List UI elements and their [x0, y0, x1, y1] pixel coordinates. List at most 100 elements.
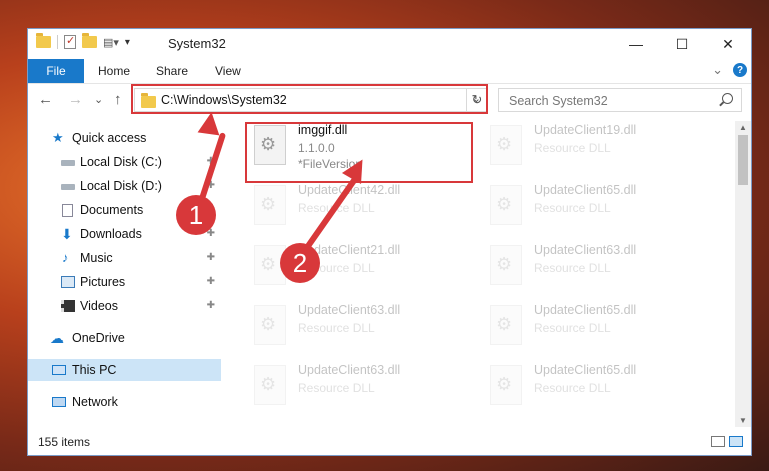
file-item[interactable]: UpdateClient63.dll Resource DLL: [250, 301, 470, 347]
dll-file-icon: [490, 365, 522, 405]
search-box[interactable]: Search System32: [498, 88, 742, 112]
folder-icon: [36, 33, 51, 48]
file-item[interactable]: UpdateClient42.dll Resource DLL: [250, 181, 470, 227]
tab-share[interactable]: Share: [156, 64, 188, 78]
file-item[interactable]: UpdateClient63.dll Resource DLL: [486, 241, 706, 287]
file-item[interactable]: UpdateClient65.dll Resource DLL: [486, 361, 706, 407]
sidebar-item-label: Local Disk (D:): [80, 179, 162, 193]
music-icon: ♪: [62, 250, 69, 265]
pin-icon: ✚: [206, 300, 215, 311]
properties-icon[interactable]: [64, 34, 76, 49]
file-item[interactable]: UpdateClient19.dll Resource DLL: [486, 121, 706, 167]
item-count: 155 items: [38, 435, 91, 449]
network-icon: [52, 397, 66, 407]
minimize-button[interactable]: —: [613, 29, 659, 59]
drive-icon: [61, 184, 75, 190]
search-input[interactable]: Search System32: [509, 94, 608, 108]
documents-icon: [62, 204, 73, 217]
sidebar-item-network[interactable]: Network: [28, 391, 221, 413]
tab-view[interactable]: View: [215, 64, 241, 78]
file-description: Resource DLL: [534, 201, 611, 215]
vertical-scrollbar[interactable]: ▲ ▼: [735, 121, 751, 427]
recent-locations-button[interactable]: ⌄: [94, 93, 103, 106]
dll-file-icon: [490, 245, 522, 285]
file-name: UpdateClient19.dll: [534, 123, 637, 137]
drive-icon: [61, 160, 75, 166]
sidebar-item-label: This PC: [72, 363, 117, 377]
window-title: System32: [168, 36, 226, 51]
file-name: UpdateClient63.dll: [298, 303, 401, 317]
dll-file-icon: [490, 125, 522, 165]
details-view-icon[interactable]: [711, 436, 725, 447]
file-description: Resource DLL: [534, 261, 611, 275]
computer-icon: [52, 365, 66, 375]
tab-file[interactable]: File: [28, 59, 84, 83]
star-icon: ★: [52, 130, 64, 145]
maximize-button[interactable]: ☐: [659, 29, 705, 59]
sidebar-item-label: OneDrive: [72, 331, 125, 345]
sidebar-item-label: Local Disk (C:): [80, 155, 162, 169]
sidebar-item-label: Downloads: [80, 227, 142, 241]
sidebar-item-label: Music: [80, 251, 113, 265]
file-description: Resource DLL: [534, 321, 611, 335]
file-description: Resource DLL: [534, 141, 611, 155]
qat-dropdown-icon[interactable]: ▾: [125, 37, 130, 48]
dll-file-icon: [254, 305, 286, 345]
tab-home[interactable]: Home: [98, 64, 130, 78]
toolbar-separator: [57, 35, 58, 49]
file-name: UpdateClient63.dll: [534, 243, 637, 257]
large-icons-view-icon[interactable]: [729, 436, 743, 447]
expand-ribbon-icon[interactable]: ⌄: [712, 62, 723, 78]
callout-badge-1: 1: [176, 195, 216, 235]
file-description: Resource DLL: [298, 321, 375, 335]
status-bar: 155 items: [28, 429, 751, 455]
quick-access-toolbar: ▤▾ ▾: [36, 33, 130, 49]
file-item[interactable]: UpdateClient65.dll Resource DLL: [486, 181, 706, 227]
sidebar-item-pictures[interactable]: Pictures ✚: [28, 271, 221, 293]
pictures-icon: [61, 276, 75, 288]
sidebar-item-this-pc[interactable]: This PC: [28, 359, 221, 381]
file-name: UpdateClient65.dll: [534, 303, 637, 317]
download-icon: ⬇: [61, 226, 73, 242]
sidebar-item-local-disk-d[interactable]: Local Disk (D:) ✚: [28, 175, 221, 197]
sidebar-item-onedrive[interactable]: ☁ OneDrive: [28, 327, 221, 349]
scroll-down-icon[interactable]: ▼: [739, 416, 747, 425]
navigation-pane: ★ Quick access Local Disk (C:) ✚ Local D…: [28, 121, 221, 427]
callout-badge-2: 2: [280, 243, 320, 283]
sidebar-item-music[interactable]: ♪ Music ✚: [28, 247, 221, 269]
new-folder-icon[interactable]: [82, 33, 97, 48]
help-icon[interactable]: ?: [733, 63, 747, 77]
sidebar-item-quick-access[interactable]: ★ Quick access: [28, 127, 221, 149]
scroll-up-icon[interactable]: ▲: [739, 123, 747, 132]
dll-file-icon: [490, 185, 522, 225]
sidebar-item-label: Pictures: [80, 275, 126, 289]
dll-file-icon: [254, 365, 286, 405]
back-button[interactable]: ←: [38, 91, 53, 108]
sidebar-item-local-disk-c[interactable]: Local Disk (C:) ✚: [28, 151, 221, 173]
file-name: UpdateClient65.dll: [534, 363, 637, 377]
close-button[interactable]: ✕: [705, 29, 751, 59]
pin-icon: ✚: [206, 276, 215, 287]
ribbon-tabs: File Home Share View ⌄ ?: [28, 59, 751, 84]
file-item[interactable]: UpdateClient65.dll Resource DLL: [486, 301, 706, 347]
scroll-thumb[interactable]: [738, 135, 748, 185]
dll-file-icon: [254, 185, 286, 225]
sidebar-item-label: Documents: [80, 203, 144, 217]
title-bar: ▤▾ ▾ System32 — ☐ ✕: [28, 29, 751, 59]
file-description: Resource DLL: [298, 381, 375, 395]
sidebar-item-label: Quick access: [72, 131, 147, 145]
address-bar-highlight: [131, 84, 488, 114]
sidebar-item-videos[interactable]: Videos ✚: [28, 295, 221, 317]
forward-button[interactable]: →: [68, 91, 83, 108]
sidebar-item-label: Network: [72, 395, 118, 409]
file-description: Resource DLL: [534, 381, 611, 395]
up-button[interactable]: ↑: [114, 91, 122, 108]
videos-icon: [61, 300, 75, 312]
customize-toolbar-icon[interactable]: ▤▾: [103, 36, 119, 49]
file-item[interactable]: UpdateClient63.dll Resource DLL: [250, 361, 470, 407]
pin-icon: ✚: [206, 252, 215, 263]
dll-file-icon: [490, 305, 522, 345]
search-icon[interactable]: [722, 93, 733, 104]
cloud-icon: ☁: [50, 330, 64, 346]
file-name: UpdateClient65.dll: [534, 183, 637, 197]
